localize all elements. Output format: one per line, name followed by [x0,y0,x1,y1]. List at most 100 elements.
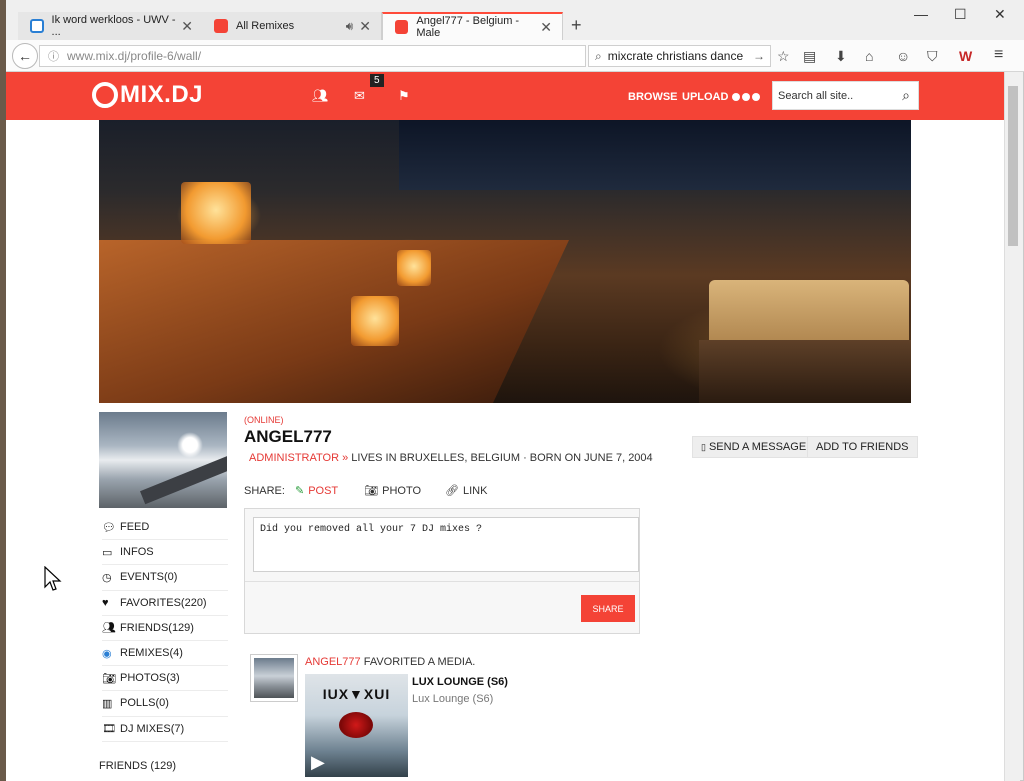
tab-all-remixes[interactable]: All Remixes 🔊︎ ✕ [202,12,382,40]
avatar-wing [140,453,227,505]
send-message-label: SEND A MESSAGE [708,441,807,453]
cover-sofa-base [699,340,911,403]
add-friends-button[interactable]: ADD TO FRIENDS [807,436,918,458]
uwv-favicon [30,19,44,33]
pocket-icon[interactable]: ⛉ [927,48,938,65]
share-bar: SHARE: ✎ POST 📷︎ PHOTO 🔗︎ LINK [244,484,487,498]
profile-side-menu: 💬︎ FEED ▭ INFOS ◷ EVENTS(0) ♥ FAVORITES(220)… [102,515,228,742]
cover-bar-counter [99,240,569,403]
side-item-label: POLLS(0) [120,697,169,710]
share-label: SHARE: [244,484,285,497]
close-icon[interactable]: ✕ [359,18,371,35]
friends-heading: FRIENDS (129) [99,760,177,772]
close-icon[interactable]: ✕ [181,18,193,35]
more-dots-icon[interactable] [732,93,760,101]
laptop-icon: ▭ [102,546,113,559]
download-icon[interactable]: ⬇ [835,48,847,65]
media-subtitle: Lux Lounge (S6) [412,693,494,705]
back-arrow-icon[interactable]: ← [12,43,38,69]
play-icon[interactable]: ▶ [311,752,325,773]
share-link-tab[interactable]: 🔗︎ LINK [445,484,487,498]
window-close-icon[interactable]: ✕ [994,6,1006,23]
tab-uwv[interactable]: Ik word werkloos - UWV - ... ✕ [18,12,204,40]
cover-candle [181,182,251,244]
tab-label: All Remixes [236,20,295,32]
phone-icon: ▯ [701,441,706,452]
new-tab-plus-icon[interactable]: + [571,15,582,36]
side-item-polls[interactable]: ▥ POLLS(0) [102,691,228,717]
profile-meta: ADMINISTRATOR » LIVES IN BRUXELLES, BELG… [249,452,653,464]
side-item-dj-mixes[interactable]: 🎞︎ DJ MIXES(7) [102,717,228,742]
home-icon[interactable]: ⌂ [865,48,873,64]
share-photo-tab[interactable]: 📷︎ PHOTO [364,484,421,498]
feed-activity-line: ANGEL777 FAVORITED A MEDIA. [305,656,475,668]
extension-w-icon[interactable]: W [959,48,972,64]
tab-label: Ik word werkloos - UWV - ... [51,14,176,38]
site-search-input[interactable]: Search all site.. ⌕ [772,81,919,110]
browser-search-box[interactable]: ⌕ mixcrate christians dance → [588,45,771,67]
heart-icon: ♥ [102,596,109,609]
add-friends-label: ADD TO FRIENDS [816,441,909,453]
share-post-tab[interactable]: ✎ POST [295,484,338,498]
minimize-icon[interactable]: — [914,6,928,22]
share-button[interactable]: SHARE [581,595,635,622]
site-header: MIX.DJ 👥︎ ✉ 5 ⚑ BROWSE UPLOAD Search all… [6,72,1004,120]
search-icon[interactable]: ⌕ [902,87,910,104]
composer-divider [245,581,639,582]
role-link[interactable]: ADMINISTRATOR » [249,452,348,464]
online-status: (ONLINE) [244,415,284,425]
close-icon[interactable]: ✕ [540,19,552,36]
side-item-label: PHOTOS(3) [120,672,180,685]
media-title[interactable]: LUX LOUNGE (S6) [412,676,508,688]
nav-browse[interactable]: BROWSE [628,91,678,103]
send-message-button[interactable]: ▯ SEND A MESSAGE [692,436,816,458]
site-search-placeholder: Search all site.. [778,89,854,102]
side-item-favorites[interactable]: ♥ FAVORITES(220) [102,591,228,616]
side-item-label: FAVORITES(220) [120,596,207,609]
side-item-feed[interactable]: 💬︎ FEED [102,515,228,541]
post-textarea[interactable]: Did you removed all your 7 DJ mixes ? [253,517,639,572]
maximize-icon[interactable]: ☐ [954,6,967,23]
side-item-friends[interactable]: 👥︎ FRIENDS(129) [102,616,228,641]
media-thumbnail[interactable]: IUX▼XUI ▶ [305,674,408,777]
envelope-icon[interactable]: ✉ [354,88,365,104]
side-item-remixes[interactable]: ◉ REMIXES(4) [102,641,228,667]
side-item-label: INFOS [120,546,154,559]
side-item-label: FEED [120,521,150,534]
nav-upload[interactable]: UPLOAD [682,91,728,103]
site-logo[interactable]: MIX.DJ [92,81,203,109]
url-path: /profile-6/wall/ [127,49,202,63]
feed-user-avatar[interactable] [250,654,298,702]
search-icon: ⌕ [595,48,602,63]
bookmark-star-icon[interactable]: ☆ [777,48,790,65]
post-composer: Did you removed all your 7 DJ mixes ? SH… [244,508,640,634]
feed-user-link[interactable]: ANGEL777 [305,656,361,668]
hamburger-menu-icon[interactable]: ≡ [994,46,1003,64]
tab-label: Angel777 - Belgium - Male [416,15,520,39]
profile-avatar[interactable] [99,412,227,508]
profile-cover-image [99,120,911,403]
side-item-photos[interactable]: 📷︎ PHOTOS(3) [102,666,228,692]
page-viewport: MIX.DJ 👥︎ ✉ 5 ⚑ BROWSE UPLOAD Search all… [6,72,1004,781]
cover-candle [351,296,399,346]
side-item-label: FRIENDS(129) [120,621,194,634]
page-scrollbar[interactable] [1004,72,1020,781]
film-icon: 🎞︎ [102,723,116,736]
chat-bubbles-icon: 💬︎ [102,521,116,534]
smiley-icon[interactable]: ☺ [896,48,910,64]
url-bar[interactable]: ⓘ www.mix.dj/profile-6/wall/ ⟳ [39,45,608,67]
users-icon: 👥︎ [102,622,116,635]
speaker-icon[interactable]: 🔊︎ [346,19,354,34]
side-item-infos[interactable]: ▭ INFOS [102,540,228,566]
info-icon[interactable]: ⓘ [48,48,59,64]
side-item-label: REMIXES(4) [120,647,183,660]
side-item-events[interactable]: ◷ EVENTS(0) [102,565,228,591]
reading-list-icon[interactable]: ▤ [803,48,816,65]
scrollbar-thumb[interactable] [1008,86,1018,246]
media-thumb-text: IUX▼XUI [322,686,391,702]
go-arrow-icon[interactable]: → [753,49,765,63]
tab-angel777[interactable]: Angel777 - Belgium - Male ✕ [382,12,563,40]
flag-icon[interactable]: ⚑ [398,88,410,104]
globe-icon: ◉ [102,647,112,660]
users-icon[interactable]: 👥︎ [312,88,329,104]
